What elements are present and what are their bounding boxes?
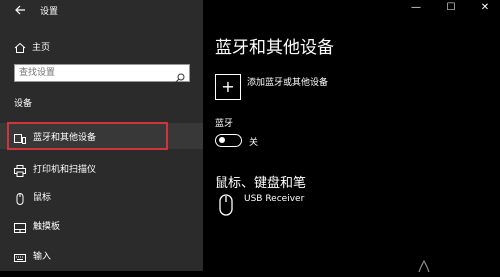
home-icon[interactable] — [14, 39, 26, 53]
decorative-icon — [417, 258, 431, 273]
section-title-mouse-keyboard-pen: 鼠标、键盘和笔 — [215, 176, 307, 191]
maximize-button[interactable]: ☐ — [441, 2, 461, 13]
window-title: 设置 — [40, 7, 59, 17]
bluetooth-label: 蓝牙 — [215, 119, 234, 129]
section-title-devices: 设备 — [14, 99, 33, 109]
keyboard-icon — [14, 249, 26, 262]
sidebar-item-mouse[interactable]: 鼠标 — [0, 183, 203, 209]
plus-icon: + — [221, 77, 235, 96]
search-box[interactable] — [14, 64, 190, 83]
sidebar-item-label: 输入 — [33, 252, 52, 262]
close-button[interactable]: ✕ — [475, 2, 495, 13]
mouse-icon — [219, 194, 233, 216]
sidebar-item-label: 鼠标 — [33, 193, 52, 203]
search-input[interactable] — [19, 66, 169, 80]
sidebar: 设置 主页 设备 蓝牙和其他设备 打印机和扫描仪 鼠标 触摸板 — [0, 0, 203, 271]
printer-icon — [14, 162, 26, 177]
bluetooth-state: 关 — [249, 138, 259, 148]
page-title: 蓝牙和其他设备 — [215, 38, 334, 58]
sidebar-item-printers[interactable]: 打印机和扫描仪 — [0, 155, 203, 181]
sidebar-item-typing[interactable]: 输入 — [0, 242, 203, 268]
mouse-icon — [14, 190, 26, 205]
main-panel: — ☐ ✕ 蓝牙和其他设备 + 添加蓝牙或其他设备 蓝牙 关 鼠标、键盘和笔 U… — [203, 0, 500, 273]
add-device-label[interactable]: 添加蓝牙或其他设备 — [247, 75, 328, 88]
search-icon[interactable] — [175, 68, 185, 83]
home-link[interactable]: 主页 — [32, 40, 50, 53]
back-arrow-icon[interactable] — [14, 4, 26, 16]
sidebar-item-label: 触摸板 — [33, 222, 61, 232]
device-name[interactable]: USB Receiver — [244, 194, 304, 204]
sidebar-item-touchpad[interactable]: 触摸板 — [0, 212, 203, 238]
minimize-button[interactable]: — — [406, 2, 426, 13]
touchpad-icon — [14, 219, 26, 233]
selection-highlight-box — [7, 122, 168, 150]
toggle-knob — [219, 137, 225, 143]
sidebar-item-label: 打印机和扫描仪 — [33, 165, 97, 175]
bluetooth-toggle[interactable] — [215, 134, 242, 147]
add-device-button[interactable]: + — [215, 74, 241, 100]
